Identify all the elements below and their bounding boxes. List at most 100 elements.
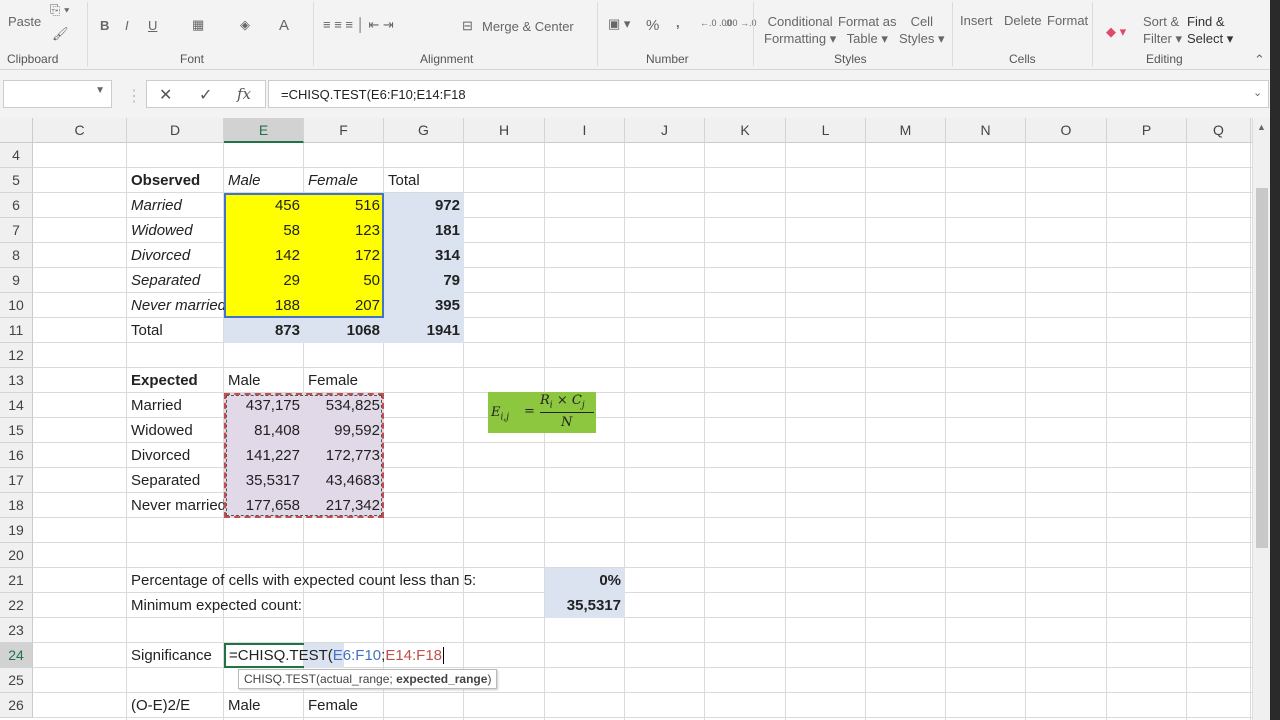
format-as-table-button[interactable]: Format as Table ▾ bbox=[838, 13, 897, 47]
cell-G5[interactable]: Total bbox=[384, 168, 464, 193]
scroll-up-icon[interactable]: ▲ bbox=[1257, 122, 1266, 132]
insert-function-icon[interactable]: fx bbox=[237, 85, 251, 103]
cell-D6[interactable]: Married bbox=[127, 193, 224, 218]
borders-icon[interactable]: ▦ bbox=[192, 17, 204, 33]
cell-G6[interactable]: 972 bbox=[384, 193, 464, 218]
cell-D8[interactable]: Divorced bbox=[127, 243, 224, 268]
row-header-13[interactable]: 13 bbox=[0, 368, 33, 393]
cancel-icon[interactable]: ✕ bbox=[159, 85, 172, 105]
cell-styles-button[interactable]: Cell Styles ▾ bbox=[899, 13, 945, 47]
cell-G7[interactable]: 181 bbox=[384, 218, 464, 243]
cell-G10[interactable]: 395 bbox=[384, 293, 464, 318]
row-header-12[interactable]: 12 bbox=[0, 343, 33, 368]
cell-F13[interactable]: Female bbox=[304, 368, 384, 393]
column-header-F[interactable]: F bbox=[304, 118, 384, 143]
cell-D17[interactable]: Separated bbox=[127, 468, 224, 493]
cell-D24[interactable]: Significance bbox=[127, 643, 224, 668]
column-header-G[interactable]: G bbox=[384, 118, 464, 143]
row-header-22[interactable]: 22 bbox=[0, 593, 33, 618]
row-header-18[interactable]: 18 bbox=[0, 493, 33, 518]
row-header-5[interactable]: 5 bbox=[0, 168, 33, 193]
column-header-Q[interactable]: Q bbox=[1187, 118, 1251, 143]
cell-E13[interactable]: Male bbox=[224, 368, 304, 393]
column-header-M[interactable]: M bbox=[866, 118, 946, 143]
column-header-L[interactable]: L bbox=[786, 118, 866, 143]
row-header-6[interactable]: 6 bbox=[0, 193, 33, 218]
cell-G11[interactable]: 1941 bbox=[384, 318, 464, 343]
accounting-icon[interactable]: ▣ ▾ bbox=[608, 16, 630, 32]
merge-center-button[interactable]: Merge & Center bbox=[482, 19, 574, 34]
worksheet-grid[interactable]: 4 5 6 7 8 9 10 11 12 13 14 15 16 17 18 19 20 21 22 23 24 25 26… bbox=[0, 143, 1252, 720]
delete-button[interactable]: Delete bbox=[1004, 13, 1042, 28]
column-header-J[interactable]: J bbox=[625, 118, 705, 143]
cell-G8[interactable]: 314 bbox=[384, 243, 464, 268]
sort-filter-button[interactable]: Sort & Filter ▾ bbox=[1143, 13, 1182, 47]
cell-G9[interactable]: 79 bbox=[384, 268, 464, 293]
column-header-N[interactable]: N bbox=[946, 118, 1026, 143]
column-header-H[interactable]: H bbox=[464, 118, 545, 143]
comma-button[interactable]: , bbox=[676, 15, 680, 30]
scrollbar-thumb[interactable] bbox=[1256, 188, 1268, 548]
enter-icon[interactable]: ✓ bbox=[199, 85, 212, 105]
row-header-4[interactable]: 4 bbox=[0, 143, 33, 168]
cell-D7[interactable]: Widowed bbox=[127, 218, 224, 243]
column-header-O[interactable]: O bbox=[1026, 118, 1107, 143]
row-header-19[interactable]: 19 bbox=[0, 518, 33, 543]
row-header-10[interactable]: 10 bbox=[0, 293, 33, 318]
paste-button[interactable]: Paste bbox=[8, 14, 41, 29]
column-header-I[interactable]: I bbox=[545, 118, 625, 143]
cell-D16[interactable]: Divorced bbox=[127, 443, 224, 468]
cell-D14[interactable]: Married bbox=[127, 393, 224, 418]
row-header-24[interactable]: 24 bbox=[0, 643, 33, 668]
clear-icon[interactable]: ◆ ▾ bbox=[1106, 24, 1126, 40]
merge-icon[interactable]: ⊟ bbox=[462, 18, 473, 34]
cell-E11[interactable]: 873 bbox=[224, 318, 304, 343]
column-header-D[interactable]: D bbox=[127, 118, 224, 143]
vertical-scrollbar[interactable]: ▲ bbox=[1252, 118, 1270, 720]
formula-input[interactable]: =CHISQ.TEST(E6:F10;E14:F18 bbox=[268, 80, 1269, 108]
format-button[interactable]: Format bbox=[1047, 13, 1088, 28]
copy-icon[interactable]: ⎘ ▾ bbox=[50, 2, 69, 18]
format-painter-icon[interactable]: 🖌 bbox=[52, 26, 69, 42]
cell-D21[interactable]: Percentage of cells with expected count … bbox=[127, 568, 547, 593]
column-header-P[interactable]: P bbox=[1107, 118, 1187, 143]
cell-E5[interactable]: Male bbox=[224, 168, 304, 193]
cell-D15[interactable]: Widowed bbox=[127, 418, 224, 443]
row-header-16[interactable]: 16 bbox=[0, 443, 33, 468]
cell-I22[interactable]: 35,5317 bbox=[545, 593, 625, 618]
chevron-down-icon[interactable]: ▼ bbox=[95, 85, 105, 96]
row-header-20[interactable]: 20 bbox=[0, 543, 33, 568]
cell-D5[interactable]: Observed bbox=[127, 168, 224, 193]
cell-D22[interactable]: Minimum expected count: bbox=[127, 593, 547, 618]
select-all[interactable] bbox=[0, 118, 33, 143]
conditional-formatting-button[interactable]: Conditional Formatting ▾ bbox=[764, 13, 836, 47]
row-header-9[interactable]: 9 bbox=[0, 268, 33, 293]
row-header-15[interactable]: 15 bbox=[0, 418, 33, 443]
align-icons[interactable]: ≡ ≡ ≡ │ ⇤ ⇥ bbox=[323, 17, 394, 33]
cell-E26[interactable]: Male bbox=[224, 693, 304, 718]
row-header-25[interactable]: 25 bbox=[0, 668, 33, 693]
cell-D26[interactable]: (O-E)2/E bbox=[127, 693, 224, 718]
column-header-E[interactable]: E bbox=[224, 118, 304, 143]
tooltip-function[interactable]: CHISQ.TEST(actual_range; bbox=[244, 672, 396, 686]
find-select-button[interactable]: Find & Select ▾ bbox=[1187, 13, 1233, 47]
name-box[interactable]: ▼ bbox=[3, 80, 112, 108]
cell-D11[interactable]: Total bbox=[127, 318, 224, 343]
percent-button[interactable]: % bbox=[646, 17, 659, 34]
row-header-14[interactable]: 14 bbox=[0, 393, 33, 418]
cell-F26[interactable]: Female bbox=[304, 693, 384, 718]
cell-D9[interactable]: Separated bbox=[127, 268, 224, 293]
fill-color-icon[interactable]: ◈ bbox=[240, 17, 250, 33]
cell-F11[interactable]: 1068 bbox=[304, 318, 384, 343]
font-color-button[interactable]: A bbox=[279, 17, 289, 34]
cell-D13[interactable]: Expected bbox=[127, 368, 224, 393]
row-header-8[interactable]: 8 bbox=[0, 243, 33, 268]
row-header-7[interactable]: 7 bbox=[0, 218, 33, 243]
collapse-ribbon-icon[interactable]: ⌃ bbox=[1254, 52, 1265, 68]
row-header-11[interactable]: 11 bbox=[0, 318, 33, 343]
column-header-C[interactable]: C bbox=[33, 118, 127, 143]
insert-button[interactable]: Insert bbox=[960, 13, 993, 28]
cell-I21[interactable]: 0% bbox=[545, 568, 625, 593]
row-header-17[interactable]: 17 bbox=[0, 468, 33, 493]
bold-button[interactable]: B bbox=[100, 18, 109, 33]
